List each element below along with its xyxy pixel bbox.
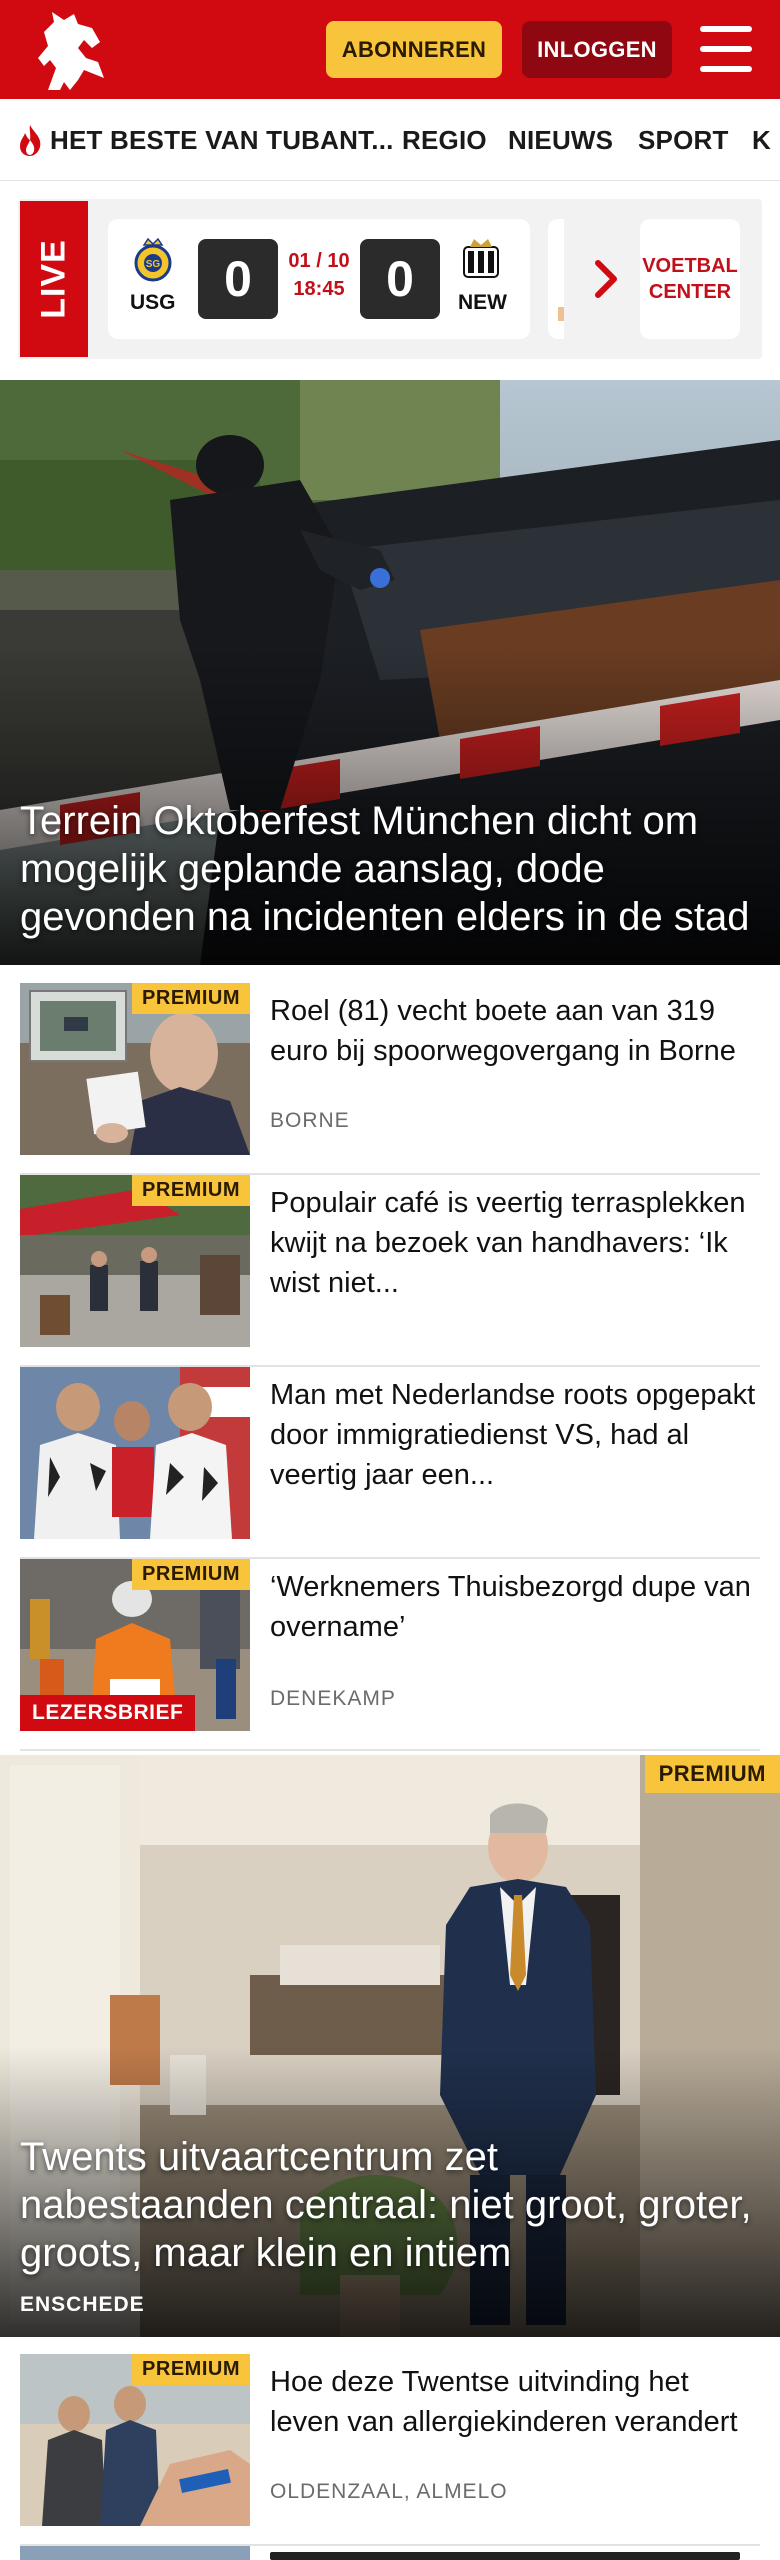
premium-badge: PREMIUM bbox=[132, 983, 250, 1014]
nav-item-regio[interactable]: REGIO bbox=[402, 125, 487, 156]
premium-badge: PREMIUM bbox=[132, 2354, 250, 2385]
premium-badge: PREMIUM bbox=[132, 1559, 250, 1590]
article-location: OLDENZAAL, ALMELO bbox=[270, 2480, 508, 2503]
article-location: DENEKAMP bbox=[270, 1687, 396, 1710]
away-score: 0 bbox=[360, 239, 440, 319]
article-row[interactable]: PREMIUM Roel (81) vecht boete aan van 31… bbox=[20, 983, 760, 1175]
top-header: ABONNEREN INLOGGEN bbox=[0, 0, 780, 99]
article-title[interactable]: ‘Werknemers Thuisbezorgd dupe van overna… bbox=[270, 1567, 760, 1647]
article-title[interactable]: Man met Nederlandse roots opgepakt door … bbox=[270, 1375, 760, 1495]
feature-title[interactable]: Twents uitvaartcentrum zet nabestaanden … bbox=[20, 2133, 760, 2277]
away-team-code: NEW bbox=[458, 291, 507, 314]
article-title[interactable]: Populair café is veertig terrasplekken k… bbox=[270, 1183, 760, 1303]
premium-badge: PREMIUM bbox=[644, 1755, 780, 1793]
home-team-code: USG bbox=[130, 291, 176, 314]
live-tag: LIVE bbox=[20, 201, 88, 357]
chevron-right-icon[interactable] bbox=[588, 257, 622, 301]
article-location: BORNE bbox=[270, 1109, 350, 1132]
nav-item-nieuws[interactable]: NIEUWS bbox=[508, 125, 613, 156]
flame-icon bbox=[20, 125, 41, 156]
match-card[interactable]: SG USG 0 01 / 10 18:45 0 NEW bbox=[108, 219, 530, 339]
hero-article[interactable]: Terrein Oktoberfest München dicht om mog… bbox=[0, 380, 780, 965]
article-row-partial[interactable] bbox=[20, 2546, 760, 2560]
article-row[interactable]: Man met Nederlandse roots opgepakt door … bbox=[20, 1367, 760, 1559]
article-thumbnail: PREMIUM bbox=[20, 2354, 250, 2526]
article-row[interactable]: PREMIUM LEZERSBRIEF ‘Werknemers Thuisbez… bbox=[20, 1559, 760, 1751]
feature-article[interactable]: PREMIUM Twents uitvaartcentrum zet nabes… bbox=[0, 1755, 780, 2337]
union-saint-gilloise-crest-icon: SG bbox=[134, 237, 172, 282]
tubantia-horse-logo-icon[interactable] bbox=[34, 8, 110, 92]
newcastle-crest-icon bbox=[463, 239, 499, 278]
nav-item-het-beste-van-tubantia[interactable]: HET BESTE VAN TUBANT... bbox=[50, 125, 394, 156]
section-nav: HET BESTE VAN TUBANT... REGIO NIEUWS SPO… bbox=[0, 99, 780, 181]
article-thumbnail bbox=[20, 1367, 250, 1539]
login-button[interactable]: INLOGGEN bbox=[522, 21, 672, 78]
article-thumbnail: PREMIUM LEZERSBRIEF bbox=[20, 1559, 250, 1731]
svg-text:SG: SG bbox=[146, 259, 161, 270]
nav-item-next[interactable]: K bbox=[752, 125, 771, 156]
hero-title[interactable]: Terrein Oktoberfest München dicht om mog… bbox=[20, 797, 760, 941]
article-title[interactable]: Hoe deze Twentse uitvinding het leven va… bbox=[270, 2362, 760, 2442]
subscribe-button[interactable]: ABONNEREN bbox=[326, 21, 502, 78]
premium-badge: PREMIUM bbox=[132, 1175, 250, 1206]
match-datetime: 01 / 10 18:45 bbox=[288, 250, 350, 300]
article-row[interactable]: PREMIUM Populair café is veertig terrasp… bbox=[20, 1175, 760, 1367]
article-row[interactable]: PREMIUM Hoe deze Twentse uitvinding het … bbox=[20, 2354, 760, 2546]
nav-item-sport[interactable]: SPORT bbox=[638, 125, 729, 156]
voetbal-center-link[interactable]: VOETBAL CENTER bbox=[640, 219, 740, 339]
article-title[interactable]: Roel (81) vecht boete aan van 319 euro b… bbox=[270, 991, 760, 1071]
feature-location: ENSCHEDE bbox=[20, 2293, 145, 2316]
article-thumbnail: PREMIUM bbox=[20, 1175, 250, 1347]
next-match-card-peek[interactable] bbox=[548, 219, 564, 339]
lezersbrief-label: LEZERSBRIEF bbox=[20, 1695, 196, 1731]
article-thumbnail: PREMIUM bbox=[20, 983, 250, 1155]
home-score: 0 bbox=[198, 239, 278, 319]
live-scores-strip: LIVE SG USG 0 01 / 10 18:45 0 NEW VOETBA… bbox=[18, 199, 762, 359]
hamburger-menu-icon[interactable] bbox=[700, 26, 752, 72]
